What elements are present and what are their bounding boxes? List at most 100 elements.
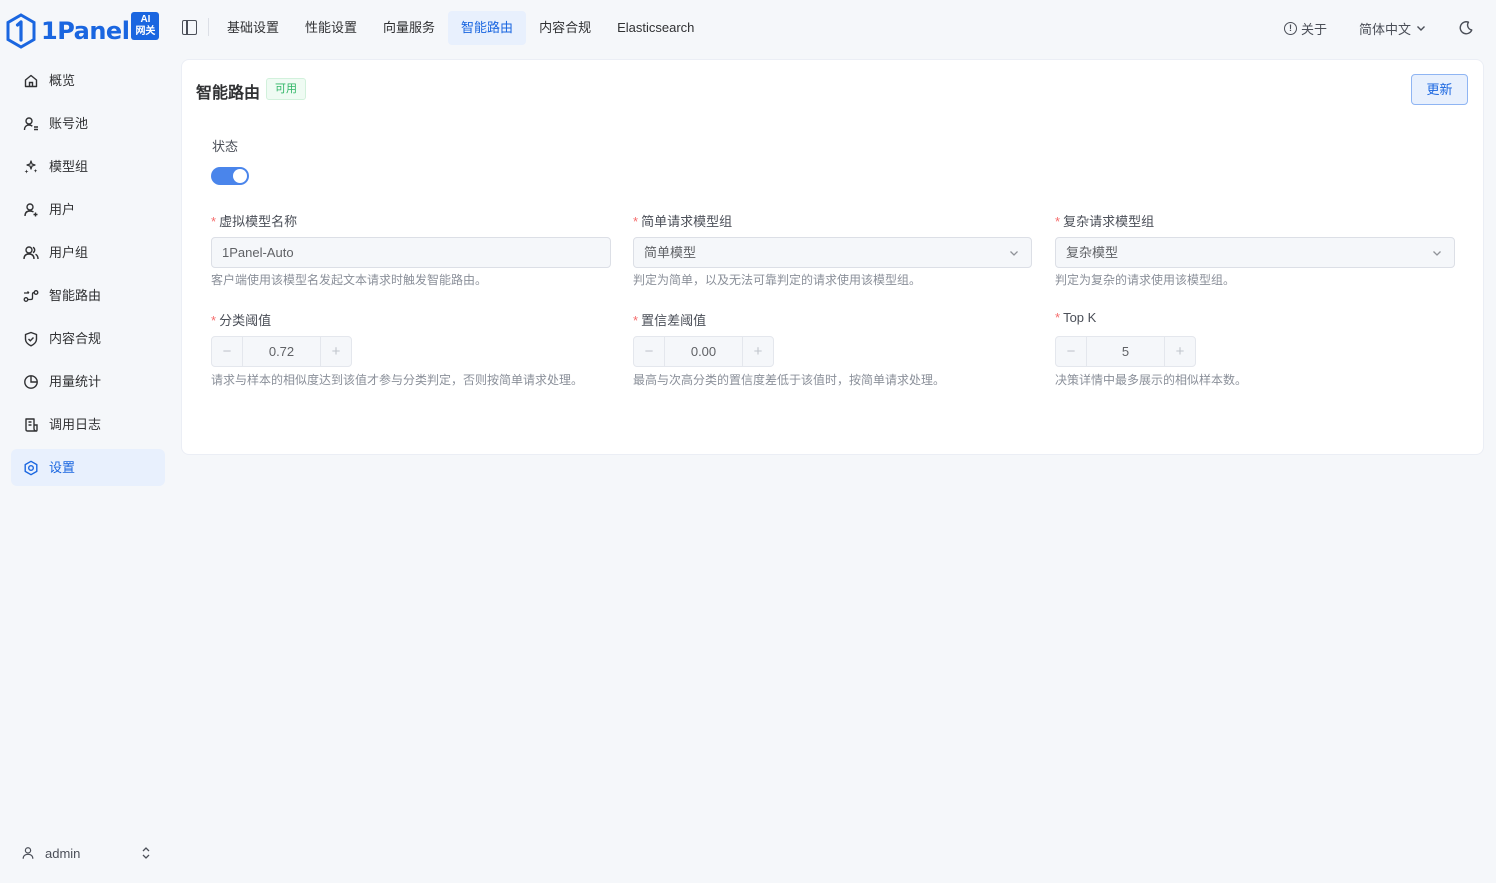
required-mark: * — [633, 313, 639, 328]
confidence-gap-label: * 置信差阈值 — [633, 310, 706, 329]
user-icon — [24, 203, 38, 217]
virtual-model-help: 客户端使用该模型名发起文本请求时触发智能路由。 — [211, 273, 488, 287]
threshold-label: * 分类阈值 — [211, 310, 271, 329]
complex-group-help: 判定为复杂的请求使用该模型组。 — [1055, 273, 1236, 287]
log-icon — [25, 418, 38, 432]
update-button[interactable]: 更新 — [1411, 74, 1468, 105]
user-group-icon — [23, 246, 39, 260]
logo-icon — [6, 13, 36, 49]
required-mark: * — [1055, 310, 1061, 325]
header-divider — [208, 18, 209, 36]
decrement-button[interactable]: − — [1056, 337, 1087, 366]
about-button[interactable]: ! 关于 — [1283, 19, 1327, 38]
top-bar: 1Panel AI 网关 基础设置 性能设置 向量服务 智能路由 内容合规 El… — [0, 0, 1496, 56]
card-title: 智能路由 — [196, 85, 261, 102]
threshold-input[interactable]: 0.72 — [243, 337, 320, 366]
settings-tabs: 基础设置 性能设置 向量服务 智能路由 内容合规 Elasticsearch — [214, 11, 707, 45]
sidebar-item-settings[interactable]: 设置 — [11, 449, 165, 486]
sidebar-item-label: 设置 — [49, 460, 76, 475]
about-label: 关于 — [1300, 21, 1327, 37]
simple-group-value: 简单模型 — [644, 245, 697, 260]
sidebar-toggle-icon[interactable] — [182, 20, 197, 35]
top-k-help: 决策详情中最多展示的相似样本数。 — [1055, 373, 1248, 387]
required-mark: * — [211, 313, 217, 328]
sidebar-item-label: 内容合规 — [49, 331, 102, 346]
virtual-model-label-text: 虚拟模型名称 — [219, 214, 298, 229]
virtual-model-label: * 虚拟模型名称 — [211, 211, 297, 230]
sidebar-item-label: 用户组 — [49, 245, 89, 260]
chevron-down-icon — [1010, 251, 1018, 256]
account-pool-icon — [23, 117, 38, 131]
logo-badge-line2: 网关 — [135, 26, 156, 37]
sidebar: 概览 账号池 模型组 用户 用户组 智能路由 内容合规 用量统计 调用日志 设置 — [0, 62, 176, 492]
user-menu[interactable]: admin — [11, 836, 165, 870]
sidebar-item-users[interactable]: 用户 — [11, 191, 165, 228]
increment-button[interactable]: + — [1164, 337, 1195, 366]
model-group-icon — [24, 160, 38, 174]
sidebar-item-label: 用户 — [49, 202, 76, 217]
top-k-input[interactable]: 5 — [1087, 337, 1164, 366]
simple-group-label-text: 简单请求模型组 — [641, 214, 733, 229]
status-toggle[interactable] — [211, 167, 249, 185]
tab-basic-settings[interactable]: 基础设置 — [214, 11, 292, 45]
increment-button[interactable]: + — [742, 337, 773, 366]
home-icon — [24, 74, 38, 88]
moon-icon — [1459, 21, 1473, 35]
top-k-label-text: Top K — [1063, 310, 1097, 325]
logo-badge-line1: AI — [140, 14, 151, 25]
sidebar-item-account-pool[interactable]: 账号池 — [11, 105, 165, 142]
top-k-label: * Top K — [1055, 310, 1096, 325]
virtual-model-input[interactable]: 1Panel-Auto — [211, 237, 611, 268]
smart-routing-card: 智能路由 可用 更新 状态 * 虚拟模型名称 * 简单请求模型组 * 复杂请求模型组 … — [181, 59, 1484, 455]
required-mark: * — [1055, 214, 1061, 229]
required-mark: * — [633, 214, 639, 229]
tab-performance-settings[interactable]: 性能设置 — [292, 11, 370, 45]
confidence-gap-help: 最高与次高分类的置信度差低于该值时，按简单请求处理。 — [633, 373, 946, 387]
complex-group-label-text: 复杂请求模型组 — [1063, 214, 1155, 229]
app-logo[interactable]: 1Panel AI 网关 — [6, 12, 160, 50]
threshold-stepper: − 0.72 + — [211, 336, 352, 367]
info-icon: ! — [1283, 21, 1297, 35]
language-select[interactable]: 简体中文 — [1359, 19, 1426, 38]
tab-content-compliance[interactable]: 内容合规 — [526, 11, 604, 45]
sidebar-item-overview[interactable]: 概览 — [11, 62, 165, 99]
decrement-button[interactable]: − — [212, 337, 243, 366]
tab-smart-routing[interactable]: 智能路由 — [448, 11, 527, 45]
chevron-down-icon — [1417, 26, 1425, 31]
confidence-gap-label-text: 置信差阈值 — [641, 313, 707, 328]
tab-elasticsearch[interactable]: Elasticsearch — [604, 11, 707, 45]
status-label-text: 状态 — [212, 139, 239, 154]
route-icon — [23, 290, 39, 302]
top-k-stepper: − 5 + — [1055, 336, 1196, 367]
sidebar-item-label: 智能路由 — [49, 288, 102, 303]
complex-group-select[interactable]: 复杂模型 — [1055, 237, 1455, 268]
sidebar-item-call-logs[interactable]: 调用日志 — [11, 406, 165, 443]
logo-badge: AI 网关 — [131, 12, 160, 40]
user-avatar-icon — [22, 847, 34, 859]
simple-group-select[interactable]: 简单模型 — [633, 237, 1032, 268]
sidebar-item-label: 账号池 — [49, 116, 89, 131]
language-label: 简体中文 — [1358, 21, 1411, 37]
confidence-gap-input[interactable]: 0.00 — [665, 337, 742, 366]
increment-button[interactable]: + — [320, 337, 351, 366]
sidebar-item-smart-routing[interactable]: 智能路由 — [11, 277, 165, 314]
chevron-down-icon — [1433, 251, 1441, 256]
complex-group-label: * 复杂请求模型组 — [1055, 211, 1154, 230]
sidebar-item-model-group[interactable]: 模型组 — [11, 148, 165, 185]
sidebar-item-label: 概览 — [49, 73, 76, 88]
sidebar-item-user-groups[interactable]: 用户组 — [11, 234, 165, 271]
chevron-up-down-icon — [142, 847, 150, 859]
status-badge: 可用 — [266, 78, 306, 100]
sidebar-item-label: 模型组 — [49, 159, 89, 174]
sidebar-item-usage-stats[interactable]: 用量统计 — [11, 363, 165, 400]
theme-toggle[interactable] — [1458, 20, 1474, 36]
shield-icon — [24, 331, 38, 347]
username-label: admin — [45, 845, 81, 861]
threshold-label-text: 分类阈值 — [219, 313, 272, 328]
logo-text: 1Panel — [41, 17, 130, 45]
sidebar-item-content-compliance[interactable]: 内容合规 — [11, 320, 165, 357]
decrement-button[interactable]: − — [634, 337, 665, 366]
tab-vector-service[interactable]: 向量服务 — [370, 11, 448, 45]
pie-chart-icon — [24, 375, 38, 389]
header-actions: ! 关于 简体中文 — [1252, 16, 1474, 40]
